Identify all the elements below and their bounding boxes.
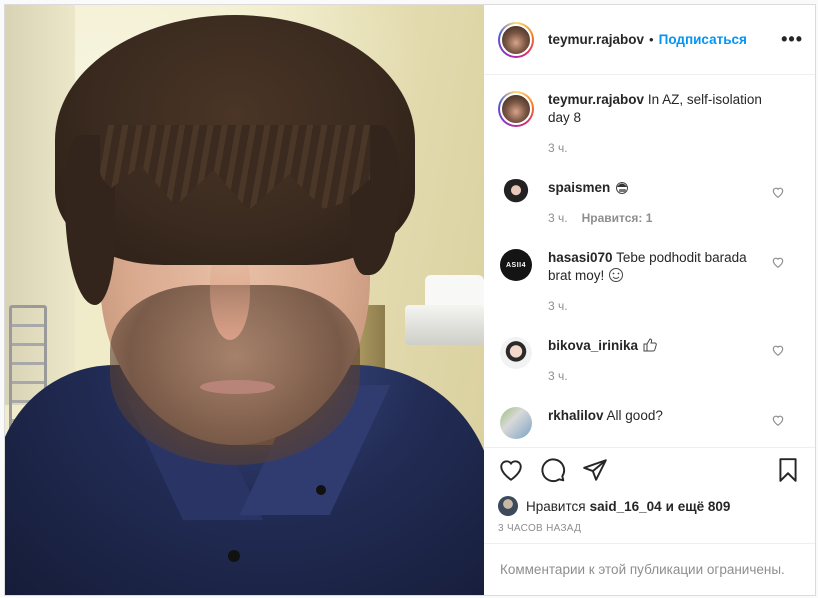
- post-sidebar: teymur.rajabov • Подписаться ••• teymur.…: [484, 5, 815, 595]
- comment-time[interactable]: 3 ч.: [548, 367, 568, 385]
- more-horizontal-icon[interactable]: •••: [781, 29, 803, 50]
- comment-meta: 3 ч.: [548, 367, 768, 385]
- comment-time[interactable]: 3 ч.: [548, 297, 568, 315]
- comment-icon[interactable]: [540, 457, 566, 483]
- comment-body: rkhalilov All good?: [548, 407, 768, 439]
- bookmark-icon[interactable]: [775, 457, 801, 483]
- caption-body: teymur.rajabov In AZ, self-isolation day…: [548, 91, 778, 157]
- comment-body: hasasi070 Tebe podhodit barada brat moy!…: [548, 249, 768, 315]
- comment-avatar[interactable]: [500, 407, 532, 439]
- smiling-face-emoji: [609, 268, 624, 282]
- author-username[interactable]: teymur.rajabov: [548, 32, 644, 47]
- comments-list[interactable]: teymur.rajabov In AZ, self-isolation day…: [484, 75, 815, 447]
- author-avatar[interactable]: [498, 21, 534, 58]
- comment-avatar[interactable]: [500, 337, 532, 369]
- comment-body: spaismen 3 ч. Нравится: 1: [548, 179, 768, 227]
- liker-avatar[interactable]: [498, 496, 518, 516]
- likes-count[interactable]: и ещё 809: [666, 499, 731, 514]
- photo-mouth: [200, 380, 275, 394]
- comment-like-heart-icon[interactable]: [771, 255, 785, 269]
- thumbs-up-emoji: [643, 338, 657, 352]
- comment-username[interactable]: bikova_irinika: [548, 338, 638, 353]
- photo-shirt-button: [228, 550, 240, 562]
- comment-time[interactable]: 3 ч.: [548, 209, 568, 227]
- comment-item: rkhalilov All good?: [498, 407, 801, 439]
- comment-username[interactable]: rkhalilov: [548, 408, 604, 423]
- comment-meta: 3 ч. Нравится: 1: [548, 209, 768, 227]
- comment-like-heart-icon[interactable]: [771, 413, 785, 427]
- likes-prefix: Нравится: [526, 498, 586, 514]
- comment-like-heart-icon[interactable]: [771, 343, 785, 357]
- post-header: teymur.rajabov • Подписаться •••: [484, 5, 815, 75]
- comment-like-heart-icon[interactable]: [771, 185, 785, 199]
- header-separator: •: [649, 32, 654, 47]
- post-caption: teymur.rajabov In AZ, self-isolation day…: [498, 91, 801, 157]
- caption-time[interactable]: 3 ч.: [548, 139, 778, 157]
- comment-likes[interactable]: Нравится: 1: [582, 209, 653, 227]
- comment-username[interactable]: hasasi070: [548, 250, 613, 265]
- comment-item: spaismen 3 ч. Нравится: 1: [498, 179, 801, 227]
- post-actions: [484, 447, 815, 491]
- caption-username[interactable]: teymur.rajabov: [548, 92, 644, 107]
- caption-avatar-image: [500, 93, 532, 125]
- author-avatar-image: [500, 23, 532, 56]
- follow-button[interactable]: Подписаться: [659, 32, 747, 47]
- liker-username[interactable]: said_16_04: [590, 499, 662, 514]
- comment-avatar[interactable]: ASII4: [500, 249, 532, 281]
- photo-collar-button: [316, 485, 326, 495]
- comment-item: ASII4 hasasi070 Tebe podhodit barada bra…: [498, 249, 801, 315]
- post-photo[interactable]: [5, 5, 484, 595]
- heart-icon[interactable]: [498, 457, 524, 483]
- comment-meta: 3 ч.: [548, 297, 768, 315]
- instagram-post: teymur.rajabov • Подписаться ••• teymur.…: [4, 4, 816, 596]
- comments-disabled-notice: Комментарии к этой публикации ограничены…: [484, 543, 815, 595]
- comment-username[interactable]: spaismen: [548, 180, 610, 195]
- photo-shelf: [405, 305, 484, 345]
- caption-avatar[interactable]: [498, 91, 534, 127]
- comment-body: bikova_irinika 3 ч.: [548, 337, 768, 385]
- paper-plane-icon[interactable]: [582, 457, 608, 483]
- comment-text: All good?: [606, 408, 663, 423]
- comment-avatar[interactable]: [500, 179, 532, 211]
- comment-item: bikova_irinika 3 ч.: [498, 337, 801, 385]
- likes-summary: Нравится said_16_04 и ещё 809: [484, 493, 815, 519]
- woman-facepalming-emoji: [616, 182, 629, 194]
- post-timestamp[interactable]: 3 ЧАСОВ НАЗАД: [484, 523, 815, 543]
